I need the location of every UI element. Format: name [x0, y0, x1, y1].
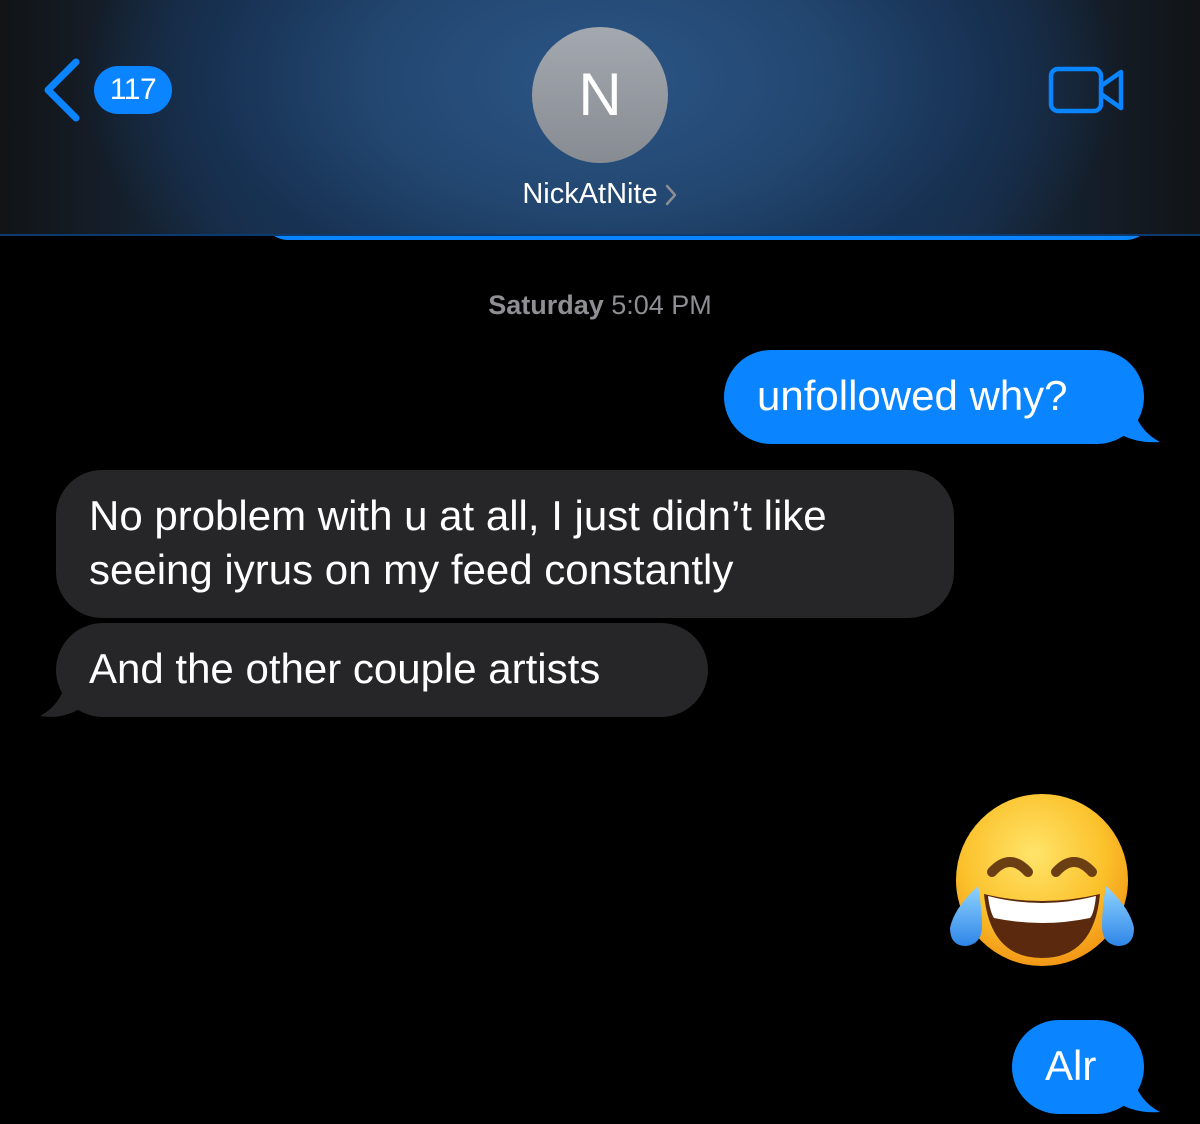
sent-message-bubble[interactable]: unfollowed why? [724, 350, 1144, 444]
timestamp-day: Saturday [488, 290, 604, 320]
message-text: unfollowed why? [757, 372, 1068, 419]
message-text: No problem with u at all, I just didn’t … [89, 492, 827, 593]
message-text: Alr [1045, 1042, 1097, 1089]
sent-bubble-tail [1116, 1068, 1160, 1113]
received-bubble-tail [40, 668, 84, 717]
received-message-bubble[interactable]: No problem with u at all, I just didn’t … [56, 470, 954, 618]
message-timestamp: Saturday 5:04 PM [0, 288, 1200, 322]
chevron-right-icon [665, 185, 676, 206]
back-button[interactable] [40, 58, 84, 122]
face-with-tears-of-joy-emoji[interactable] [944, 790, 1140, 974]
video-camera-icon [1048, 66, 1124, 114]
timestamp-time: 5:04 PM [611, 290, 712, 320]
contact-name: NickAtNite [522, 178, 658, 210]
message-text: And the other couple artists [89, 645, 601, 692]
facetime-video-button[interactable] [1048, 66, 1126, 114]
received-message-bubble[interactable]: And the other couple artists [56, 623, 708, 717]
conversation-header: 117 N NickAtNite [0, 0, 1200, 235]
sent-bubble-tail [1116, 398, 1160, 443]
unread-count-badge[interactable]: 117 [94, 66, 172, 114]
header-divider [0, 234, 1200, 236]
contact-name-button[interactable]: NickAtNite [0, 174, 1200, 214]
avatar[interactable]: N [532, 27, 668, 163]
chevron-left-icon [44, 58, 80, 122]
